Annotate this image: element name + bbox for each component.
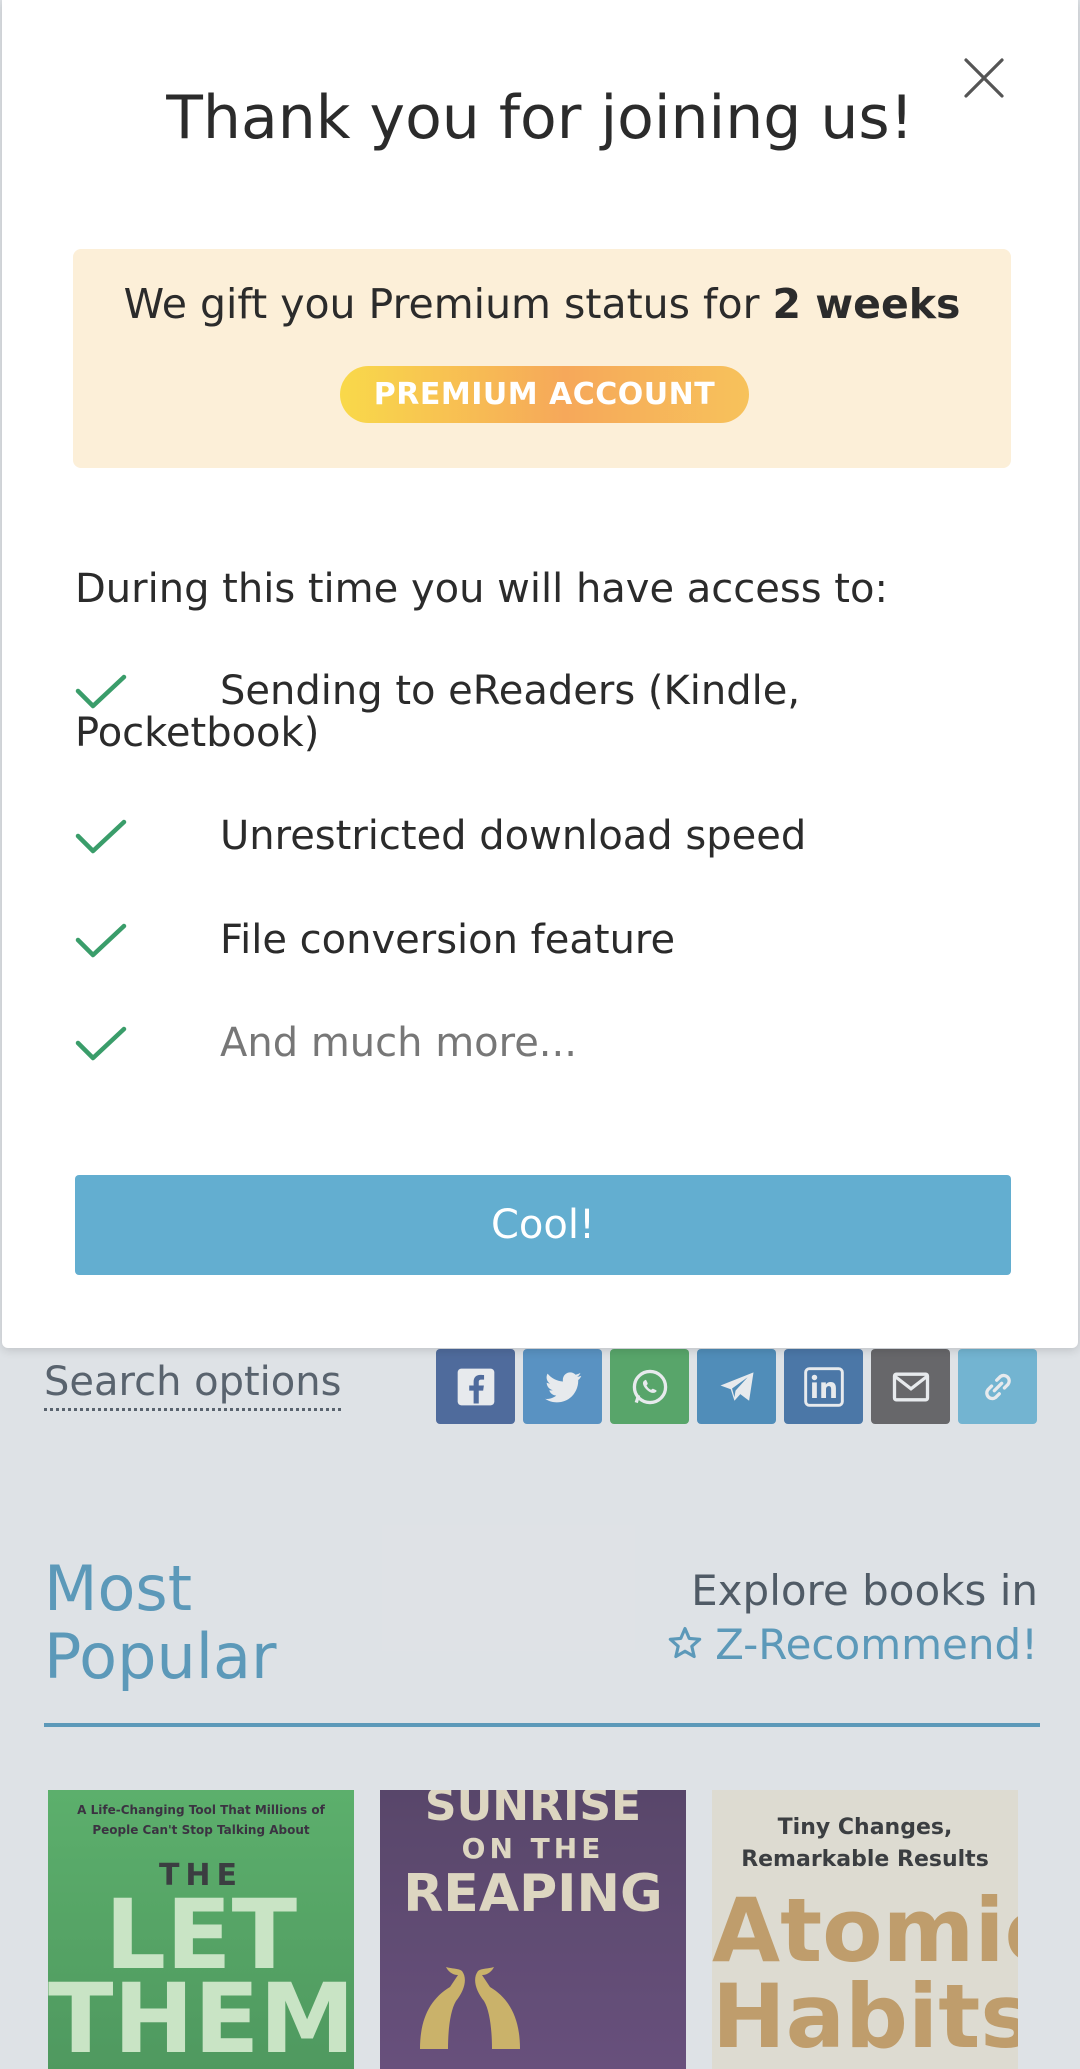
feature-item: File conversion feature bbox=[75, 919, 975, 961]
checkmark-icon bbox=[75, 1026, 127, 1061]
access-heading: During this time you will have access to… bbox=[75, 566, 888, 612]
checkmark-icon bbox=[75, 923, 127, 958]
welcome-premium-modal: Thank you for joining us! We gift you Pr… bbox=[2, 0, 1078, 1348]
modal-title: Thank you for joining us! bbox=[166, 83, 914, 153]
feature-item: Sending to eReaders (Kindle, Pocketbook) bbox=[75, 670, 975, 754]
premium-account-badge: PREMIUM ACCOUNT bbox=[340, 366, 749, 423]
feature-text: And much more... bbox=[220, 1020, 577, 1066]
premium-gift-box: We gift you Premium status for 2 weeks P… bbox=[73, 249, 1011, 468]
feature-item: And much more... bbox=[75, 1022, 975, 1064]
gift-text: We gift you Premium status for 2 weeks bbox=[73, 279, 1011, 329]
gift-duration: 2 weeks bbox=[772, 280, 961, 328]
feature-text: Sending to eReaders (Kindle, Pocketbook) bbox=[75, 668, 801, 756]
checkmark-icon bbox=[75, 819, 127, 854]
feature-item: Unrestricted download speed bbox=[75, 815, 975, 857]
cool-button[interactable]: Cool! bbox=[75, 1175, 1011, 1275]
checkmark-icon bbox=[75, 674, 127, 709]
feature-text: Unrestricted download speed bbox=[220, 813, 807, 859]
gift-text-prefix: We gift you Premium status for bbox=[123, 280, 773, 328]
feature-text: File conversion feature bbox=[220, 917, 676, 963]
